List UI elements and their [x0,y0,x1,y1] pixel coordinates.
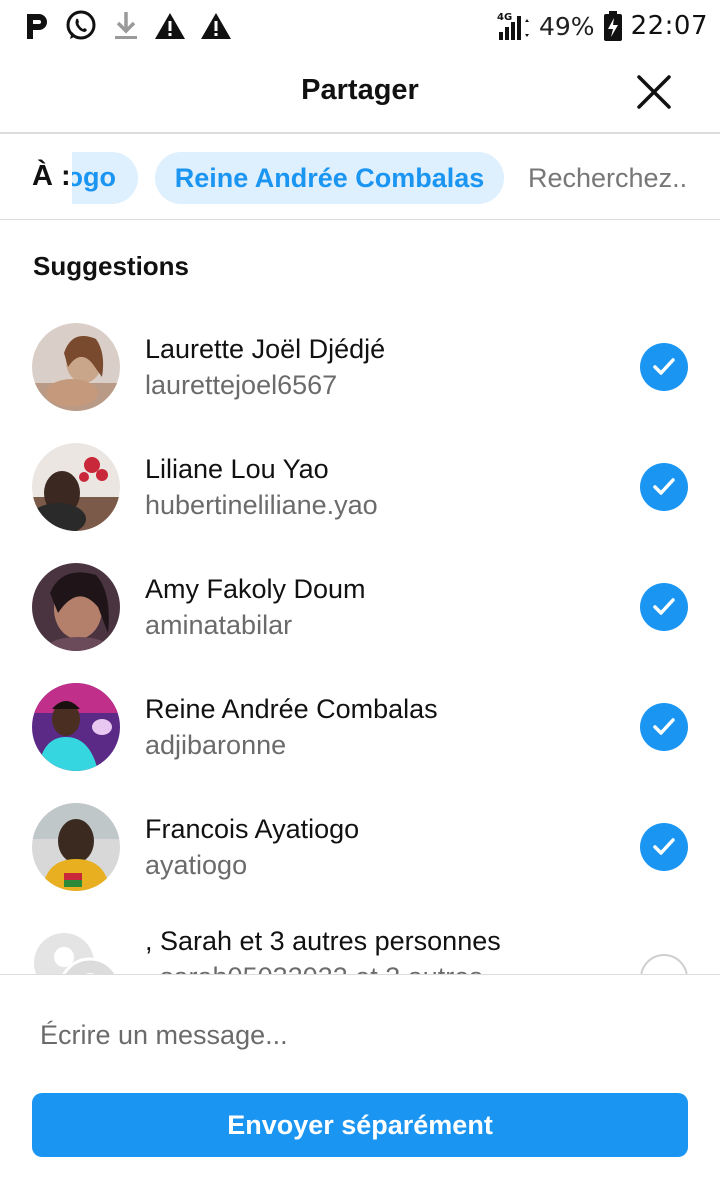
suggestion-row[interactable]: Francois Ayatiogo ayatiogo [0,786,720,906]
suggestion-handle: hubertineliliane.yao [145,490,378,520]
selected-checkbox[interactable] [640,703,688,751]
avatar [32,443,120,531]
selected-checkbox[interactable] [640,463,688,511]
warning-icon [200,8,232,44]
recipient-chip[interactable]: Reine Andrée Combalas [155,152,504,204]
group-avatar [32,931,120,974]
message-input[interactable] [40,1011,680,1059]
pocket-icon [24,8,50,44]
avatar [32,683,120,771]
battery-percent: 49% [538,11,595,41]
suggestion-row[interactable]: Reine Andrée Combalas adjibaronne [0,666,720,786]
check-icon [653,838,675,855]
recipients-bar: ogo À : Reine Andrée Combalas [0,136,720,220]
suggestion-handle: aminatabilar [145,610,293,640]
to-label: À : [32,160,71,192]
suggestion-handle: laurettejoel6567 [145,370,338,400]
check-icon [653,478,675,495]
check-icon [653,598,675,615]
selected-checkbox[interactable] [640,343,688,391]
avatar [32,803,120,891]
check-icon [653,718,675,735]
suggestion-row[interactable]: Laurette Joël Djédjé laurettejoel6567 [0,306,720,426]
suggestion-name: , Sarah et 3 autres personnes [145,926,501,956]
suggestion-row[interactable]: Amy Fakoly Doum aminatabilar [0,546,720,666]
suggestions-title: Suggestions [33,251,190,281]
suggestion-name: Laurette Joël Djédjé [145,334,386,364]
download-icon [112,8,140,44]
clock: 22:07 [630,11,708,41]
recipient-chip-partial-label: ogo [72,162,116,192]
whatsapp-icon [64,8,98,44]
status-bar-left-icons [24,6,232,46]
close-icon [637,75,671,109]
battery-charging-icon [603,8,623,44]
suggestion-name: Reine Andrée Combalas [145,694,438,724]
network-type: 4G [497,12,512,23]
suggestion-name: Liliane Lou Yao [145,454,329,484]
suggestion-name: Francois Ayatiogo [145,814,360,844]
check-icon [653,358,675,375]
share-header: Partager [0,50,720,134]
send-separately-button[interactable]: Envoyer séparément [32,1093,688,1157]
unselected-checkbox[interactable] [640,954,688,974]
avatar [32,563,120,651]
suggestion-name: Amy Fakoly Doum [145,574,366,604]
selected-checkbox[interactable] [640,823,688,871]
warning-icon [154,8,186,44]
close-button[interactable] [634,72,674,112]
composer: Envoyer séparément [0,974,720,1187]
suggestion-list: Laurette Joël Djédjé laurettejoel6567 Li… [0,306,720,974]
suggestion-handle: ayatiogo [145,850,248,880]
signal-icon: 4G [497,8,531,44]
status-bar-right: 4G 49% 22:07 [497,6,708,46]
suggestion-row[interactable]: Liliane Lou Yao hubertineliliane.yao [0,426,720,546]
avatar [32,323,120,411]
search-input[interactable] [528,154,720,202]
suggestion-handle: _sarah05032022 et 3 autres [145,962,483,974]
suggestion-handle: adjibaronne [145,730,287,760]
suggestion-row-group[interactable]: , Sarah et 3 autres personnes _sarah0503… [0,906,720,974]
selected-checkbox[interactable] [640,583,688,631]
recipient-chip-partial[interactable]: ogo [72,152,138,204]
status-bar: 4G 49% 22:07 [0,0,720,50]
page-title: Partager [301,74,419,106]
